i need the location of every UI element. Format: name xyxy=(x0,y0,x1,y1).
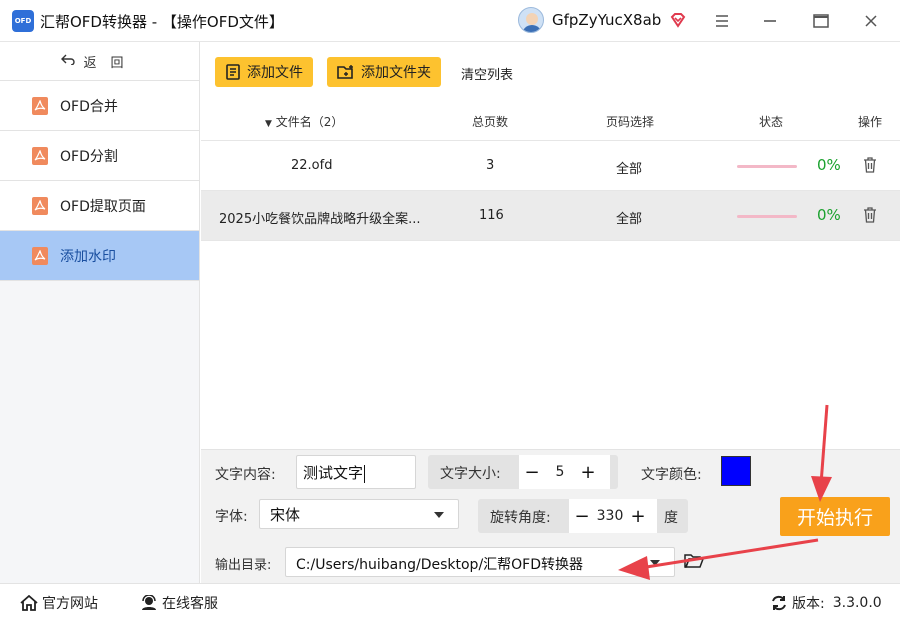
username[interactable]: GfpZyYucX8ab xyxy=(552,11,661,29)
table-row[interactable]: 2025小吃餐饮品牌战略升级全案... 116 全部 0% xyxy=(201,191,900,241)
pdf-file-icon xyxy=(32,146,48,165)
add-folder-icon xyxy=(337,65,353,79)
home-icon xyxy=(20,595,38,611)
watermark-text-input[interactable]: 测试文字 xyxy=(296,455,416,489)
row-progress: 0% xyxy=(817,156,841,174)
font-size-label: 文字大小: xyxy=(440,466,501,482)
output-dir-label: 输出目录: xyxy=(215,558,272,573)
minimize-icon[interactable] xyxy=(757,9,783,33)
row-pages: 116 xyxy=(479,208,504,223)
version-value: 3.3.0.0 xyxy=(832,595,882,611)
header-status: 状态 xyxy=(759,115,784,129)
rotation-unit: 度 xyxy=(664,510,678,526)
close-icon[interactable] xyxy=(858,9,884,33)
rotation-value[interactable]: 330 xyxy=(595,508,625,524)
font-label: 字体: xyxy=(215,509,248,525)
start-button[interactable]: 开始执行 xyxy=(780,497,890,536)
add-file-label: 添加文件 xyxy=(247,65,303,81)
font-select-value: 宋体 xyxy=(270,506,301,524)
title-bar: OFD 汇帮OFD转换器 - 【操作OFD文件】 GfpZyYucX8ab xyxy=(0,0,900,42)
pdf-file-icon xyxy=(32,246,48,265)
sidebar-item-add-watermark[interactable]: 添加水印 xyxy=(0,231,199,281)
online-support-link[interactable]: 在线客服 xyxy=(140,593,218,613)
row-progress: 0% xyxy=(817,206,841,224)
clear-list-button[interactable]: 清空列表 xyxy=(461,64,513,83)
sidebar-item-ofd-merge[interactable]: OFD合并 xyxy=(0,81,199,131)
font-size-stepper[interactable]: − 5 + xyxy=(519,455,610,489)
online-support-label: 在线客服 xyxy=(162,596,218,612)
delete-trash-icon[interactable] xyxy=(863,207,877,223)
rotation-label: 旋转角度: xyxy=(490,510,551,526)
version-info[interactable]: 版本: 3.3.0.0 xyxy=(770,593,882,613)
official-website-label: 官方网站 xyxy=(42,596,98,612)
watermark-text-value: 测试文字 xyxy=(303,464,364,482)
headset-icon xyxy=(142,595,156,610)
file-table-header: ▼ 文件名（2） 总页数 页码选择 状态 操作 xyxy=(201,100,900,141)
back-arrow-icon xyxy=(61,53,76,69)
font-size-control: 文字大小: − 5 + xyxy=(428,455,618,489)
user-account[interactable]: GfpZyYucX8ab xyxy=(518,7,687,33)
delete-trash-icon[interactable] xyxy=(863,157,877,173)
progress-bar xyxy=(737,165,797,168)
rotation-increase-button[interactable]: + xyxy=(625,506,651,527)
text-content-label: 文字内容: xyxy=(215,467,276,483)
open-folder-icon[interactable] xyxy=(684,553,704,569)
pdf-file-icon xyxy=(32,196,48,215)
header-page-select: 页码选择 xyxy=(606,115,655,129)
header-filename: 文件名（2） xyxy=(275,115,344,129)
menu-icon[interactable] xyxy=(709,9,735,33)
toolbar: 添加文件 添加文件夹 清空列表 xyxy=(201,42,900,100)
sidebar-item-ofd-split[interactable]: OFD分割 xyxy=(0,131,199,181)
output-dir-select[interactable]: C:/Users/huibang/Desktop/汇帮OFD转换器 xyxy=(285,547,675,577)
sidebar: 返回 OFD合并 OFD分割 OFD提取页面 添加水印 xyxy=(0,42,200,583)
refresh-icon xyxy=(772,595,786,611)
sidebar-item-label: OFD合并 xyxy=(60,98,118,115)
rotation-decrease-button[interactable]: − xyxy=(569,506,595,527)
app-logo-icon: OFD xyxy=(12,10,34,32)
back-button[interactable]: 返回 xyxy=(0,42,199,81)
add-folder-button[interactable]: 添加文件夹 xyxy=(327,57,441,87)
sidebar-item-label: 添加水印 xyxy=(60,248,116,265)
table-row[interactable]: 22.ofd 3 全部 0% xyxy=(201,141,900,191)
rotation-control: 旋转角度: − 330 + 度 xyxy=(478,499,688,533)
sidebar-item-label: OFD分割 xyxy=(60,148,118,165)
row-pages: 3 xyxy=(486,158,495,173)
version-label: 版本: xyxy=(792,596,825,612)
sidebar-item-ofd-extract[interactable]: OFD提取页面 xyxy=(0,181,199,231)
add-folder-label: 添加文件夹 xyxy=(361,65,431,81)
sort-filename-header[interactable]: ▼ 文件名（2） xyxy=(265,113,343,130)
watermark-settings-panel: 文字内容: 测试文字 文字大小: − 5 + 文字颜色: 字体: 宋体 旋转角度… xyxy=(201,449,900,583)
font-size-decrease-button[interactable]: − xyxy=(519,462,545,483)
dropdown-arrow-icon xyxy=(434,512,444,518)
output-dir-value: C:/Users/huibang/Desktop/汇帮OFD转换器 xyxy=(296,557,584,573)
avatar[interactable] xyxy=(518,7,544,33)
vip-diamond-icon[interactable] xyxy=(669,11,687,29)
header-action: 操作 xyxy=(858,115,883,129)
font-size-increase-button[interactable]: + xyxy=(575,462,601,483)
sidebar-item-label: OFD提取页面 xyxy=(60,198,146,215)
add-file-icon xyxy=(226,64,240,80)
row-filename: 2025小吃餐饮品牌战略升级全案... xyxy=(219,212,421,227)
font-color-label: 文字颜色: xyxy=(641,467,702,483)
font-size-value[interactable]: 5 xyxy=(545,464,575,480)
row-page-select[interactable]: 全部 xyxy=(616,208,642,227)
font-select[interactable]: 宋体 xyxy=(259,499,459,529)
official-website-link[interactable]: 官方网站 xyxy=(20,593,98,613)
row-filename: 22.ofd xyxy=(291,158,333,173)
progress-bar xyxy=(737,215,797,218)
status-bar: 官方网站 在线客服 版本: 3.3.0.0 xyxy=(0,583,900,617)
back-label: 返回 xyxy=(83,55,138,71)
pdf-file-icon xyxy=(32,96,48,115)
file-list-empty-area xyxy=(201,241,900,449)
maximize-icon[interactable] xyxy=(808,9,834,33)
row-page-select[interactable]: 全部 xyxy=(616,158,642,177)
dropdown-arrow-icon xyxy=(650,560,660,566)
add-file-button[interactable]: 添加文件 xyxy=(215,57,313,87)
header-pages: 总页数 xyxy=(472,115,509,129)
sort-down-icon: ▼ xyxy=(265,119,272,129)
font-color-swatch[interactable] xyxy=(721,456,751,486)
window-title: 汇帮OFD转换器 - 【操作OFD文件】 xyxy=(40,13,284,31)
rotation-stepper[interactable]: − 330 + xyxy=(569,499,657,533)
